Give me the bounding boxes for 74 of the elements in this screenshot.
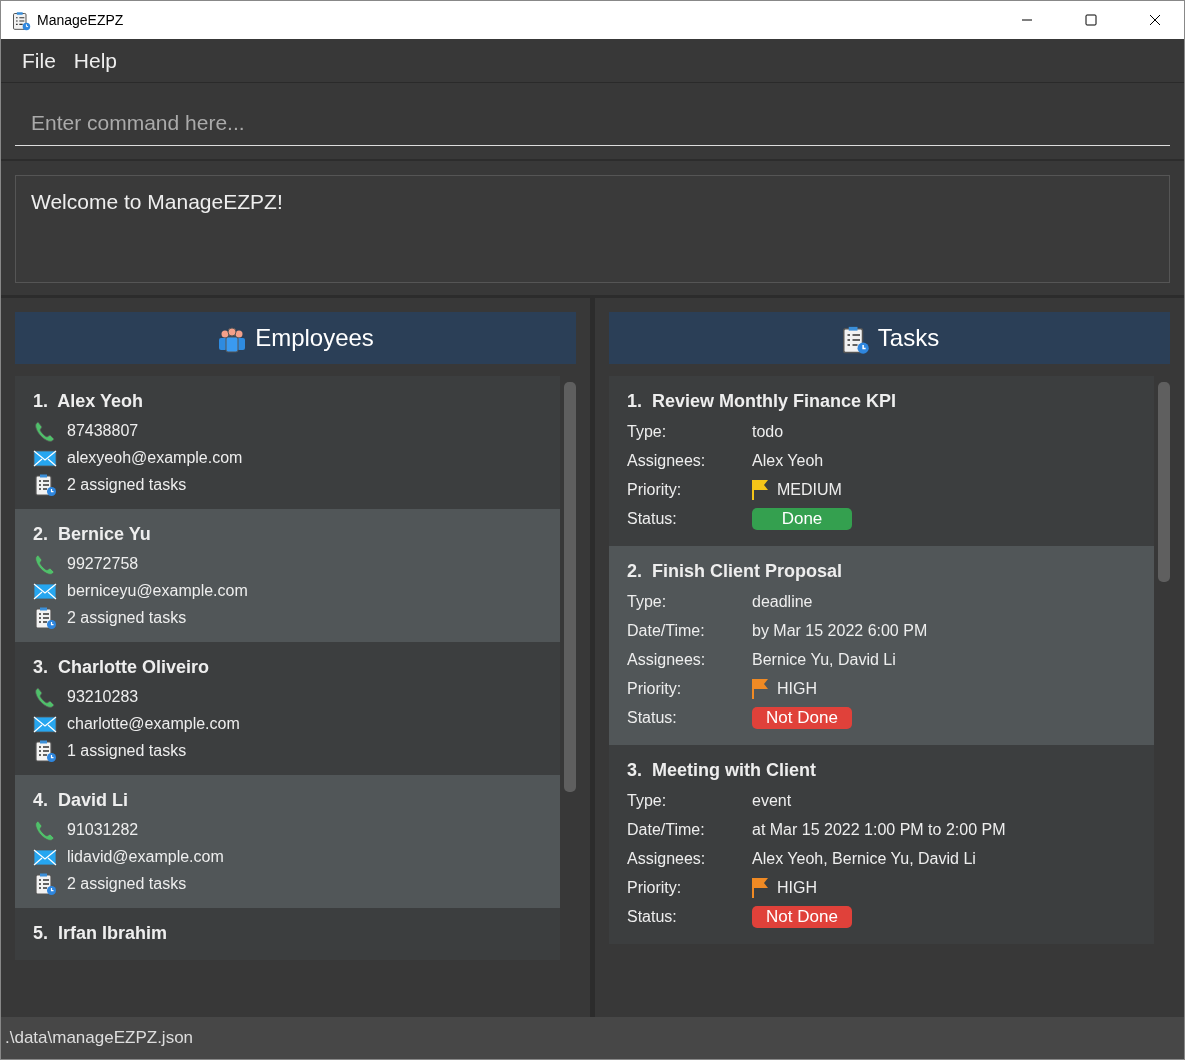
scrollbar-thumb[interactable] bbox=[1158, 382, 1170, 582]
field-value: deadline bbox=[752, 592, 814, 612]
field-label: Priority: bbox=[627, 878, 683, 898]
status-badge: Done bbox=[752, 508, 852, 530]
mail-icon bbox=[33, 713, 57, 734]
field-label: Assignees: bbox=[627, 849, 707, 869]
field-value: todo bbox=[752, 422, 785, 442]
phone-icon bbox=[33, 419, 57, 442]
field-value: event bbox=[752, 791, 793, 811]
people-icon bbox=[217, 324, 248, 355]
result-display: Welcome to ManageEZPZ! bbox=[15, 175, 1170, 283]
assigned-tasks-count: 2 assigned tasks bbox=[67, 474, 187, 495]
email-address: charlotte@example.com bbox=[67, 713, 240, 734]
email-address: alexyeoh@example.com bbox=[67, 447, 243, 468]
task-list-icon bbox=[33, 738, 57, 763]
assigned-tasks-count: 2 assigned tasks bbox=[67, 607, 187, 628]
priority-value: HIGH bbox=[777, 878, 817, 898]
field-value: at Mar 15 2022 1:00 PM to 2:00 PM bbox=[752, 820, 1007, 840]
mail-icon bbox=[33, 447, 57, 468]
email-address: lidavid@example.com bbox=[67, 846, 224, 867]
field-label: Status: bbox=[627, 708, 678, 728]
field-value: Alex Yeoh bbox=[752, 451, 825, 471]
maximize-icon bbox=[1085, 14, 1097, 26]
priority-value: HIGH bbox=[777, 679, 817, 699]
employee-name: 1. Alex Yeoh bbox=[33, 390, 145, 413]
field-value: Alex Yeoh, Bernice Yu, David Li bbox=[752, 849, 977, 869]
employee-name: 2. Bernice Yu bbox=[33, 523, 152, 546]
field-label: Type: bbox=[627, 592, 668, 612]
window-title: ManageEZPZ bbox=[37, 10, 124, 30]
field-label: Priority: bbox=[627, 679, 683, 699]
menu-item[interactable]: File bbox=[13, 44, 65, 77]
task-list-icon bbox=[33, 605, 57, 630]
panel-title: Employees bbox=[255, 323, 374, 353]
task-list-icon bbox=[33, 472, 57, 497]
status-badge: Not Done bbox=[752, 906, 852, 928]
field-label: Type: bbox=[627, 422, 668, 442]
assigned-tasks-count: 2 assigned tasks bbox=[67, 873, 187, 894]
phone-number: 93210283 bbox=[67, 686, 139, 707]
task-list-icon bbox=[33, 871, 57, 896]
field-label: Priority: bbox=[627, 480, 683, 500]
task-name: 1. Review Monthly Finance KPI bbox=[627, 390, 898, 413]
phone-number: 87438807 bbox=[67, 420, 139, 441]
phone-number: 91031282 bbox=[67, 819, 139, 840]
field-label: Assignees: bbox=[627, 451, 707, 471]
assigned-tasks-count: 1 assigned tasks bbox=[67, 740, 187, 761]
mail-icon bbox=[33, 580, 57, 601]
menu-item[interactable]: Help bbox=[64, 44, 127, 77]
phone-icon bbox=[33, 818, 57, 841]
field-value: Bernice Yu, David Li bbox=[752, 650, 897, 670]
app-icon bbox=[11, 10, 31, 31]
mail-icon bbox=[33, 846, 57, 867]
email-address: berniceyu@example.com bbox=[67, 580, 248, 601]
field-value: by Mar 15 2022 6:00 PM bbox=[752, 621, 929, 641]
phone-icon bbox=[33, 552, 57, 575]
field-label: Date/Time: bbox=[627, 820, 706, 840]
scrollbar-thumb[interactable] bbox=[564, 382, 576, 792]
panel-title: Tasks bbox=[877, 323, 940, 353]
employee-name: 3. Charlotte Oliveiro bbox=[33, 656, 211, 679]
command-input[interactable]: Enter command here... bbox=[15, 101, 1170, 146]
field-label: Type: bbox=[627, 791, 668, 811]
close-icon bbox=[1149, 14, 1161, 26]
field-label: Assignees: bbox=[627, 650, 707, 670]
employee-name: 4. David Li bbox=[33, 789, 130, 812]
task-name: 2. Finish Client Proposal bbox=[627, 560, 844, 583]
field-label: Status: bbox=[627, 509, 678, 529]
task-name: 3. Meeting with Client bbox=[627, 759, 817, 782]
employee-name: 5. Irfan Ibrahim bbox=[33, 922, 169, 945]
field-label: Status: bbox=[627, 907, 678, 927]
field-label: Date/Time: bbox=[627, 621, 706, 641]
phone-number: 99272758 bbox=[67, 553, 139, 574]
phone-icon bbox=[33, 685, 57, 708]
status-badge: Not Done bbox=[752, 707, 852, 729]
priority-value: MEDIUM bbox=[777, 480, 842, 500]
file-path: .\data\manageEZPZ.json bbox=[5, 1027, 194, 1050]
